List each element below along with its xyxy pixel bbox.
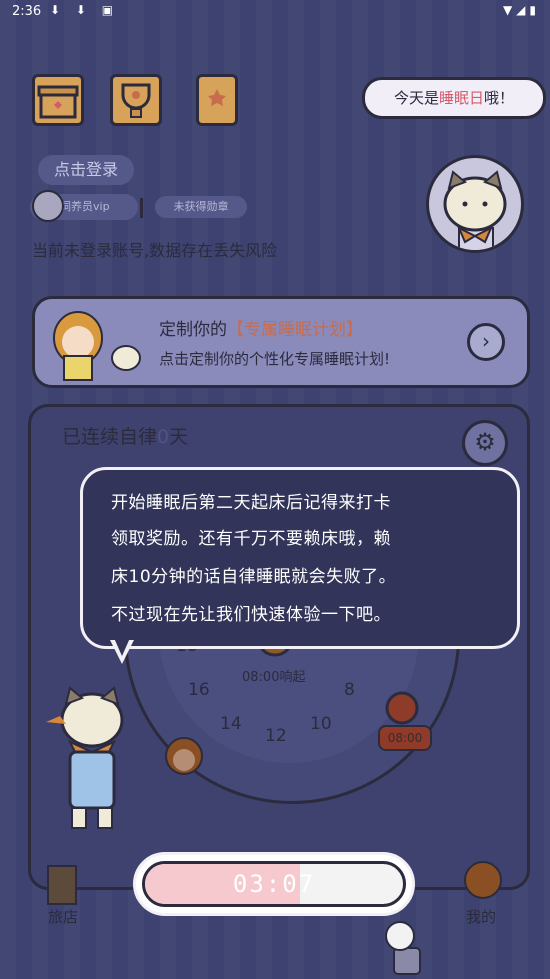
hotel-icon[interactable] <box>44 862 80 906</box>
plan-title-highlight: 【专属睡眠计划】 <box>227 320 363 340</box>
streak-prefix: 已连续自律 <box>62 426 158 448</box>
streak-text: 已连续自律0天 <box>62 422 188 449</box>
plan-title: 定制你的【专属睡眠计划】 <box>159 315 363 340</box>
medal-badge[interactable]: 未获得勋章 <box>155 196 247 218</box>
vip-tag[interactable]: 饲养员vip <box>30 190 138 222</box>
pointing-hand-icon <box>385 921 421 975</box>
vip-label: 饲养员vip <box>60 200 110 213</box>
download-icon: ⬇ ⬇ ▣ <box>50 3 120 17</box>
trophy-icon[interactable] <box>110 74 162 126</box>
bookmark-badge-icon[interactable] <box>196 74 238 126</box>
dialog-tail-inner <box>114 638 130 656</box>
cat-mascot <box>46 686 124 829</box>
cat-avatar[interactable] <box>426 155 524 253</box>
tutorial-dialog: 开始睡眠后第二天起床后记得来打卡 领取奖励。还有千万不要赖床哦，赖 床10分钟的… <box>80 467 520 649</box>
login-button[interactable]: 点击登录 <box>38 155 134 185</box>
streak-days: 0 <box>157 426 170 448</box>
chevron-right-icon[interactable]: › <box>467 323 505 361</box>
plan-subtitle: 点击定制你的个性化专属睡眠计划! <box>159 350 391 368</box>
dialog-line-1: 开始睡眠后第二天起床后记得来打卡 <box>111 493 391 513</box>
bubble-prefix: 今天是 <box>393 89 439 107</box>
clock-tick-10: 10 <box>310 714 332 734</box>
sleep-day-bubble: 今天是睡眠日哦！ <box>362 77 546 119</box>
timer-track: 03:07 <box>142 861 406 907</box>
login-warning: 当前未登录账号,数据存在丢失风险 <box>32 241 278 260</box>
clock-tick-14: 14 <box>220 714 242 734</box>
bubble-suffix: 哦！ <box>484 89 515 107</box>
countdown-timer[interactable]: 03:07 <box>133 852 415 916</box>
plan-title-prefix: 定制你的 <box>159 320 227 340</box>
alarm-time-tag[interactable]: 08:00 <box>378 725 432 751</box>
timer-text: 03:07 <box>232 870 316 898</box>
streak-suffix: 天 <box>169 426 189 448</box>
dialog-line-2: 领取奖励。还有千万不要赖床哦，赖 <box>111 529 391 549</box>
clock-tick-16: 16 <box>188 680 210 700</box>
divider <box>140 198 143 218</box>
signal-icons: ▼◢▮ <box>502 3 540 17</box>
dialog-line-3: 床10分钟的话自律睡眠就会失败了。 <box>111 567 397 587</box>
wake-time-label: 08:00响起 <box>242 670 306 685</box>
status-time: 2:36 <box>12 4 42 19</box>
status-bar: 2:36 ⬇ ⬇ ▣ ▼◢▮ <box>0 0 550 24</box>
keeper-avatar-icon <box>32 190 64 222</box>
profile-girl-icon[interactable] <box>460 856 506 902</box>
clock-tick-8: 8 <box>344 680 355 700</box>
nav-mine-label[interactable]: 我的 <box>466 906 496 927</box>
dialog-line-4: 不过现在先让我们快速体验一下吧。 <box>111 605 391 625</box>
alarm-bell-icon[interactable] <box>382 690 422 726</box>
nav-shop-label[interactable]: 旅店 <box>48 906 78 927</box>
app-screen: 2:36 ⬇ ⬇ ▣ ▼◢▮ 今天是睡眠日哦！ 点击登录 饲养员vip 未获得勋… <box>0 0 550 979</box>
girl-illustration <box>44 298 144 382</box>
bubble-highlight: 睡眠日 <box>438 89 484 107</box>
girl-sleeping-icon <box>165 737 203 775</box>
gift-icon[interactable] <box>32 74 84 126</box>
gear-icon[interactable]: ⚙ <box>462 420 508 466</box>
clock-tick-12: 12 <box>265 726 287 746</box>
